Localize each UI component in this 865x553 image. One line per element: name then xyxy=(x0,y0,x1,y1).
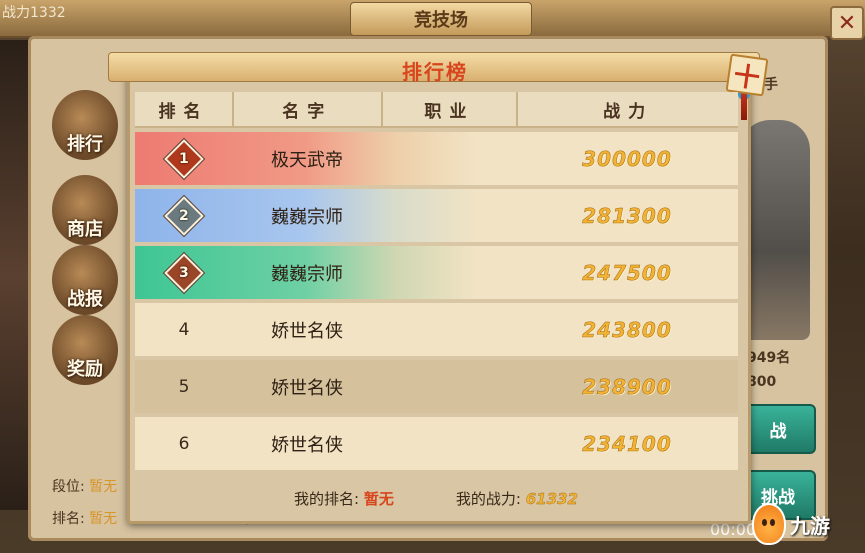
watermark: 九游 xyxy=(752,503,830,545)
table-row[interactable]: 1 极天武帝 300000 xyxy=(135,132,738,185)
rank-cell: 5 xyxy=(135,360,233,413)
power-cell: 238900 xyxy=(516,360,738,413)
my-power: 我的战力: 61332 xyxy=(456,488,578,509)
my-rank-value: 暂无 xyxy=(363,489,394,508)
job-cell xyxy=(381,189,516,242)
name-cell: 巍巍宗师 xyxy=(233,189,381,242)
ranking-table: 排名 名字 职业 战力 1 极天武帝 300000 2 巍巍宗师 281300 xyxy=(135,92,738,470)
side-menu-label: 战报 xyxy=(67,289,103,310)
name-cell: 极天武帝 xyxy=(233,132,381,185)
rank-number: 1 xyxy=(179,150,189,167)
column-header-rank: 排名 xyxy=(135,92,235,126)
name-cell: 娇世名侠 xyxy=(233,303,381,356)
power-cell: 247500 xyxy=(516,246,738,299)
right-fragment-2: 949名 xyxy=(747,350,791,366)
rank-medal-icon: 3 xyxy=(164,252,204,293)
job-cell xyxy=(381,246,516,299)
side-menu-shop[interactable]: 商店 xyxy=(52,175,118,245)
side-menu-rewards[interactable]: 奖励 xyxy=(52,315,118,385)
side-menu-label: 排行 xyxy=(67,134,103,155)
job-cell xyxy=(381,360,516,413)
my-rank: 我的排名: 暂无 xyxy=(294,488,394,509)
power-cell: 300000 xyxy=(516,132,738,185)
power-value: 247500 xyxy=(582,260,672,285)
dialog-title: 排行榜 xyxy=(402,59,468,84)
player-name: 娇世名侠 xyxy=(271,377,343,399)
rank-number: 6 xyxy=(178,433,190,454)
my-power-value: 61332 xyxy=(525,489,579,508)
rank-number: 3 xyxy=(179,264,189,281)
player-name: 巍巍宗师 xyxy=(271,263,343,285)
tier-value: 暂无 xyxy=(89,479,118,495)
tassel-icon xyxy=(741,90,747,120)
player-name: 巍巍宗师 xyxy=(271,206,343,228)
rank-label: 排名: xyxy=(52,511,85,527)
name-cell: 巍巍宗师 xyxy=(233,246,381,299)
job-cell xyxy=(381,132,516,185)
power-value: 243800 xyxy=(582,317,672,342)
player-name: 娇世名侠 xyxy=(271,434,343,456)
power-value: 234100 xyxy=(582,431,672,456)
power-cell: 281300 xyxy=(516,189,738,242)
rank-number: 2 xyxy=(179,207,189,224)
dialog-close-button[interactable]: 十 xyxy=(725,53,769,97)
name-cell: 娇世名侠 xyxy=(233,360,381,413)
name-cell: 娇世名侠 xyxy=(233,417,381,470)
table-row[interactable]: 2 巍巍宗师 281300 xyxy=(135,189,738,242)
watermark-text: 九游 xyxy=(790,513,830,538)
rank-cell: 6 xyxy=(135,417,233,470)
column-header-power: 战力 xyxy=(603,101,654,122)
table-row[interactable]: 4 娇世名侠 243800 xyxy=(135,303,738,356)
right-fragment-3: 800 xyxy=(747,374,777,390)
power-value: 238900 xyxy=(582,374,672,399)
rank-cell: 2 xyxy=(135,189,233,242)
job-cell xyxy=(381,417,516,470)
side-menu-label: 奖励 xyxy=(67,359,103,380)
table-row[interactable]: 6 娇世名侠 234100 xyxy=(135,417,738,470)
power-value: 281300 xyxy=(582,203,672,228)
right-fragment-1: 手 xyxy=(764,77,778,93)
player-name: 娇世名侠 xyxy=(271,320,343,342)
rank-value: 暂无 xyxy=(89,511,118,527)
battle-button[interactable]: 战 xyxy=(740,404,816,454)
rank-number: 5 xyxy=(178,376,190,397)
column-header-job: 职业 xyxy=(383,92,519,126)
side-menu-label: 商店 xyxy=(67,219,103,240)
rank-cell: 1 xyxy=(135,132,233,185)
rank-cell: 3 xyxy=(135,246,233,299)
arena-title: 竞技场 xyxy=(350,2,532,36)
mascot-logo-icon xyxy=(752,503,786,545)
job-cell xyxy=(381,303,516,356)
arena-close-icon[interactable]: ✕ xyxy=(830,6,864,40)
top-left-label: 战力1332 xyxy=(2,5,66,21)
tier-label: 段位: xyxy=(52,479,85,495)
side-menu-ranking[interactable]: 排行 xyxy=(52,90,118,160)
rank-medal-icon: 1 xyxy=(164,138,204,179)
power-cell: 243800 xyxy=(516,303,738,356)
rank-medal-icon: 2 xyxy=(164,195,204,236)
side-menu-battle-report[interactable]: 战报 xyxy=(52,245,118,315)
power-value: 300000 xyxy=(582,146,672,171)
rank-cell: 4 xyxy=(135,303,233,356)
tier-info: 段位: 暂无 xyxy=(52,476,117,496)
my-stats-footer: 我的排名: 暂无 我的战力: 61332 xyxy=(130,480,742,516)
my-rank-label: 我的排名: xyxy=(294,489,360,508)
column-header-name: 名字 xyxy=(234,92,383,126)
player-name: 极天武帝 xyxy=(271,149,343,171)
my-power-label: 我的战力: xyxy=(455,489,521,508)
power-cell: 234100 xyxy=(516,417,738,470)
table-row[interactable]: 5 娇世名侠 238900 xyxy=(135,360,738,413)
arena-title-bar: 竞技场 xyxy=(0,0,865,38)
table-row[interactable]: 3 巍巍宗师 247500 xyxy=(135,246,738,299)
rank-number: 4 xyxy=(178,319,190,340)
table-header: 排名 名字 职业 战力 xyxy=(135,92,738,128)
